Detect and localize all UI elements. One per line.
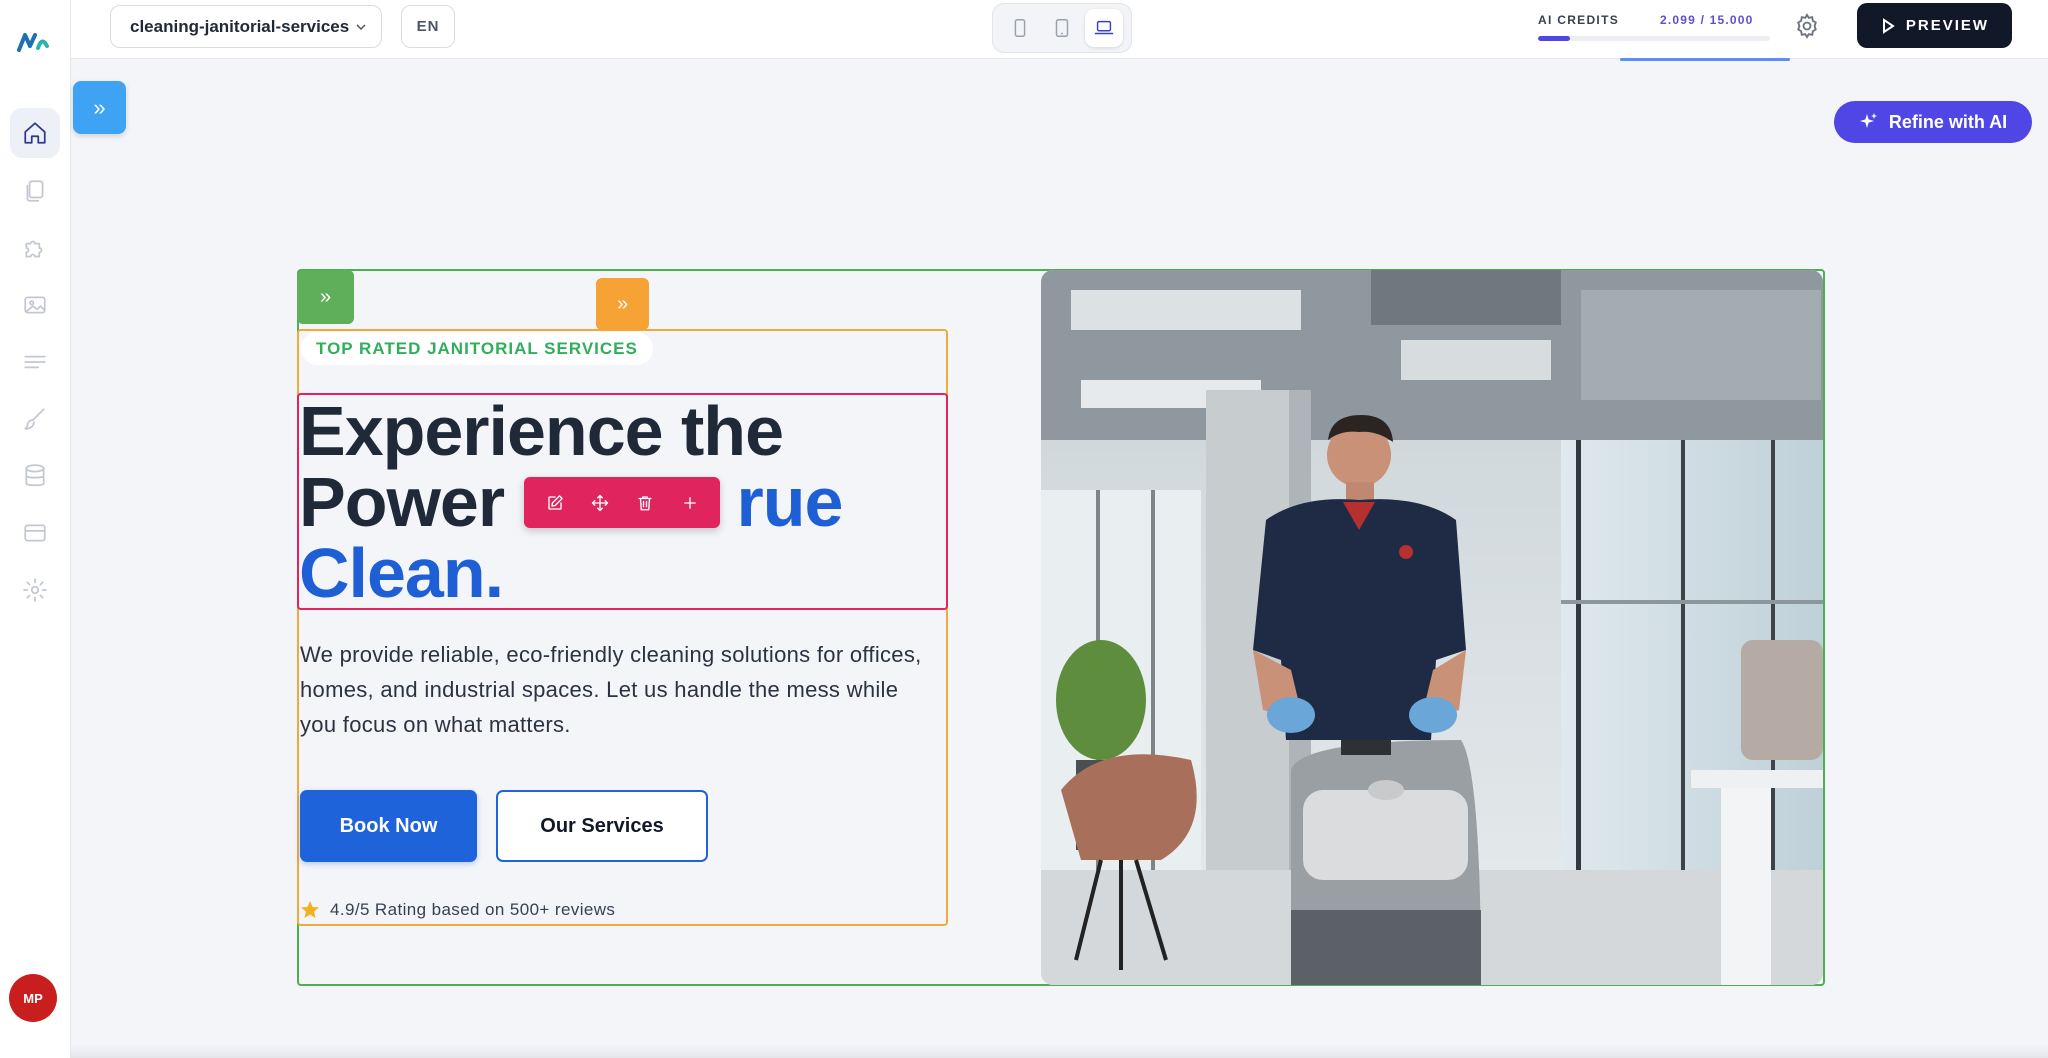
rating-line[interactable]: 4.9/5 Rating based on 500+ reviews [300,900,615,920]
app-logo[interactable] [16,26,50,56]
top-bar: cleaning-janitorial-services EN AI CREDI… [71,0,2048,59]
language-selector[interactable]: EN [401,5,455,48]
sidebar-item-settings[interactable] [10,565,60,615]
expand-panel-button[interactable]: » [73,81,126,134]
element-toolbar [524,477,720,528]
phone-icon [1014,19,1026,37]
laptop-icon [1094,20,1114,35]
heading-line-2a: Power [299,463,523,541]
sidebar-item-design[interactable] [10,394,60,444]
menu-lines-icon [24,355,46,369]
add-button[interactable] [672,485,708,521]
card-icon [24,524,46,542]
settings-button[interactable] [1793,12,1821,40]
star-icon [301,901,319,918]
tablet-icon [1055,19,1069,37]
database-icon [25,464,45,487]
sidebar-item-pages[interactable] [10,166,60,216]
device-tablet-button[interactable] [1043,9,1081,47]
sidebar-item-billing[interactable] [10,508,60,558]
puzzle-icon [25,240,43,258]
trash-icon [637,495,652,510]
sparkle-icon [1859,113,1877,128]
overflow-indicator [1620,58,1790,61]
site-name: cleaning-janitorial-services [130,16,350,36]
ai-credits-progress [1538,36,1770,41]
refine-with-ai-button[interactable]: Refine with AI [1834,101,2032,143]
pages-icon [26,180,44,202]
move-icon [591,494,608,511]
sidebar-item-media[interactable] [10,280,60,330]
rating-text: 4.9/5 Rating based on 500+ reviews [330,900,616,919]
canvas-bottom-edge [71,1044,2048,1058]
double-chevron-right-icon: » [319,285,332,308]
hero-badge[interactable]: TOP RATED JANITORIAL SERVICES [301,332,653,365]
delete-button[interactable] [627,485,663,521]
heading-line-2b: rue [736,463,844,541]
play-icon [1882,17,1895,34]
brush-icon [24,408,45,430]
user-avatar[interactable]: MP [9,974,57,1022]
left-rail: MP [0,0,71,1058]
sidebar-item-home[interactable] [10,108,60,158]
plus-icon [683,496,696,509]
ai-credits-progress-fill [1538,36,1571,41]
janitor-photo-illustration [1041,270,1823,985]
heading-line-1: Experience the [299,392,784,470]
preview-label: PREVIEW [1905,17,1990,34]
our-services-button[interactable]: Our Services [496,790,708,862]
ai-credits-label: AI CREDITS [1538,13,1620,27]
double-chevron-right-icon: » [616,292,629,315]
book-now-button[interactable]: Book Now [300,790,477,862]
sidebar-item-navigation[interactable] [10,337,60,387]
section-drag-handle[interactable]: » [297,270,354,324]
hero-paragraph[interactable]: We provide reliable, eco-friendly cleani… [300,637,940,742]
home-icon [24,122,46,144]
gear-icon [23,578,47,602]
site-selector[interactable]: cleaning-janitorial-services [110,5,382,48]
chevron-down-icon [356,23,366,30]
edit-icon [547,494,563,510]
device-mobile-button[interactable] [1001,9,1039,47]
refine-label: Refine with AI [1888,111,2008,132]
hero-image[interactable] [1041,270,1823,985]
column-drag-handle[interactable]: » [596,278,649,330]
heading-line-3: Clean. [299,534,504,612]
move-button[interactable] [582,485,618,521]
device-desktop-button[interactable] [1085,9,1123,47]
ai-credits-value: 2.099 / 15.000 [1660,13,1754,27]
gear-icon [1797,13,1817,39]
image-icon [24,296,46,314]
edit-button[interactable] [537,485,573,521]
sidebar-item-data[interactable] [10,451,60,501]
preview-button[interactable]: PREVIEW [1857,3,2012,48]
sidebar-item-components[interactable] [10,223,60,273]
double-chevron-right-icon: » [93,94,106,120]
device-switcher [992,3,1132,53]
